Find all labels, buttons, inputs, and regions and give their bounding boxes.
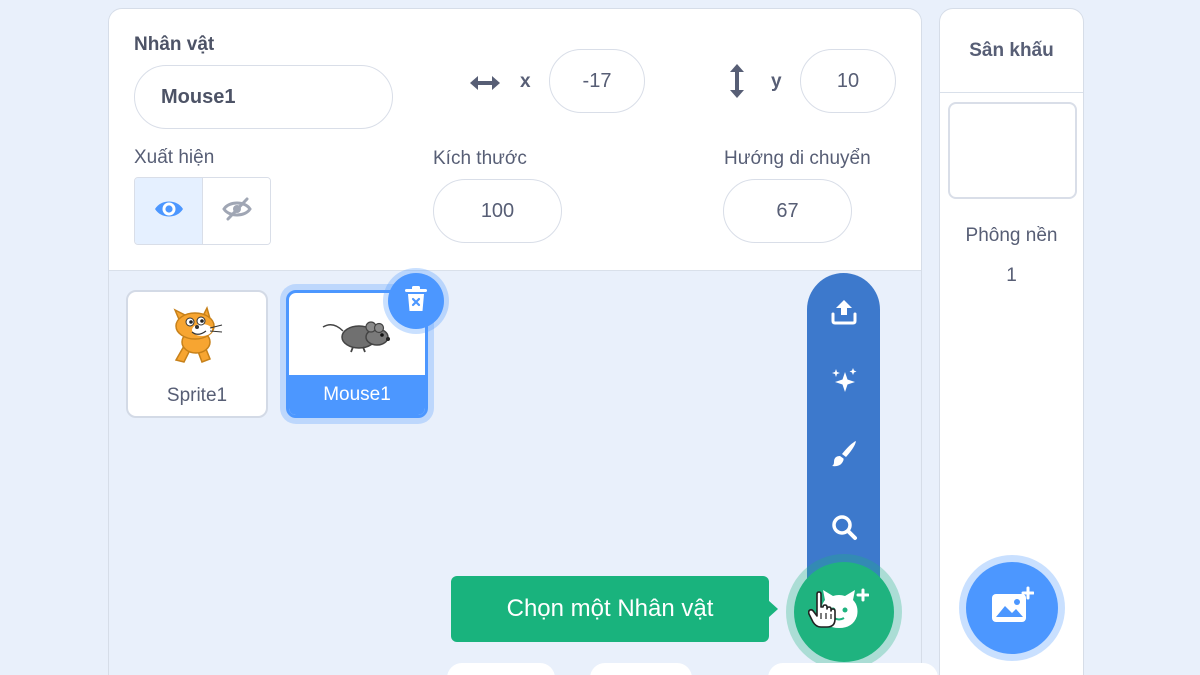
delete-sprite-button[interactable] bbox=[388, 273, 444, 329]
backdrops-label: Phông nền bbox=[965, 225, 1058, 246]
visibility-toggle bbox=[134, 177, 271, 245]
direction-input[interactable]: 67 bbox=[723, 179, 852, 243]
y-label: y bbox=[771, 71, 782, 92]
direction-label: Hướng di chuyển bbox=[724, 148, 871, 169]
choose-backdrop-button[interactable] bbox=[966, 562, 1058, 654]
upload-icon bbox=[829, 296, 859, 331]
sprite-tile[interactable]: Sprite1 bbox=[126, 290, 268, 418]
show-label: Xuất hiện bbox=[134, 147, 215, 168]
hide-sprite-button[interactable] bbox=[203, 178, 270, 244]
backdrops-count: 1 bbox=[1006, 265, 1017, 286]
partial-element bbox=[447, 663, 555, 675]
add-sprite-menu bbox=[807, 273, 880, 603]
sprite-tile-name: Mouse1 bbox=[289, 375, 425, 415]
surprise-icon bbox=[829, 366, 859, 401]
sprite-info-panel: Nhân vật Mouse1 x -17 y 10 Xuất hiện Kíc… bbox=[109, 9, 921, 271]
sprite-name-label: Nhân vật bbox=[134, 34, 215, 55]
search-icon bbox=[829, 512, 859, 547]
show-sprite-button[interactable] bbox=[135, 178, 203, 244]
hand-cursor-icon bbox=[807, 591, 836, 634]
size-input[interactable]: 100 bbox=[433, 179, 562, 243]
paint-icon bbox=[829, 438, 859, 473]
size-label: Kích thước bbox=[433, 148, 527, 169]
mouse-sprite-icon bbox=[321, 315, 393, 360]
search-sprite-button[interactable] bbox=[807, 499, 880, 559]
x-label: x bbox=[520, 71, 531, 92]
surprise-sprite-button[interactable] bbox=[807, 353, 880, 413]
sprite-pane: Nhân vật Mouse1 x -17 y 10 Xuất hiện Kíc… bbox=[108, 8, 922, 675]
vertical-arrows-icon bbox=[727, 63, 747, 104]
x-input[interactable]: -17 bbox=[549, 49, 645, 113]
image-add-icon bbox=[990, 586, 1035, 631]
stage-thumbnail[interactable] bbox=[948, 102, 1077, 199]
trash-icon bbox=[403, 285, 429, 318]
partial-element bbox=[768, 663, 938, 675]
stage-header: Sân khấu bbox=[940, 9, 1083, 93]
cat-sprite-icon bbox=[166, 302, 230, 373]
eye-slash-icon bbox=[221, 196, 252, 227]
paint-sprite-button[interactable] bbox=[807, 425, 880, 485]
sprite-name-input[interactable]: Mouse1 bbox=[134, 65, 393, 129]
partial-element bbox=[590, 663, 692, 675]
y-input[interactable]: 10 bbox=[800, 49, 896, 113]
horizontal-arrows-icon bbox=[468, 73, 502, 98]
eye-icon bbox=[154, 198, 184, 225]
upload-sprite-button[interactable] bbox=[807, 283, 880, 343]
choose-sprite-tooltip: Chọn một Nhân vật bbox=[451, 576, 778, 642]
sprite-tile-name: Sprite1 bbox=[166, 385, 228, 406]
